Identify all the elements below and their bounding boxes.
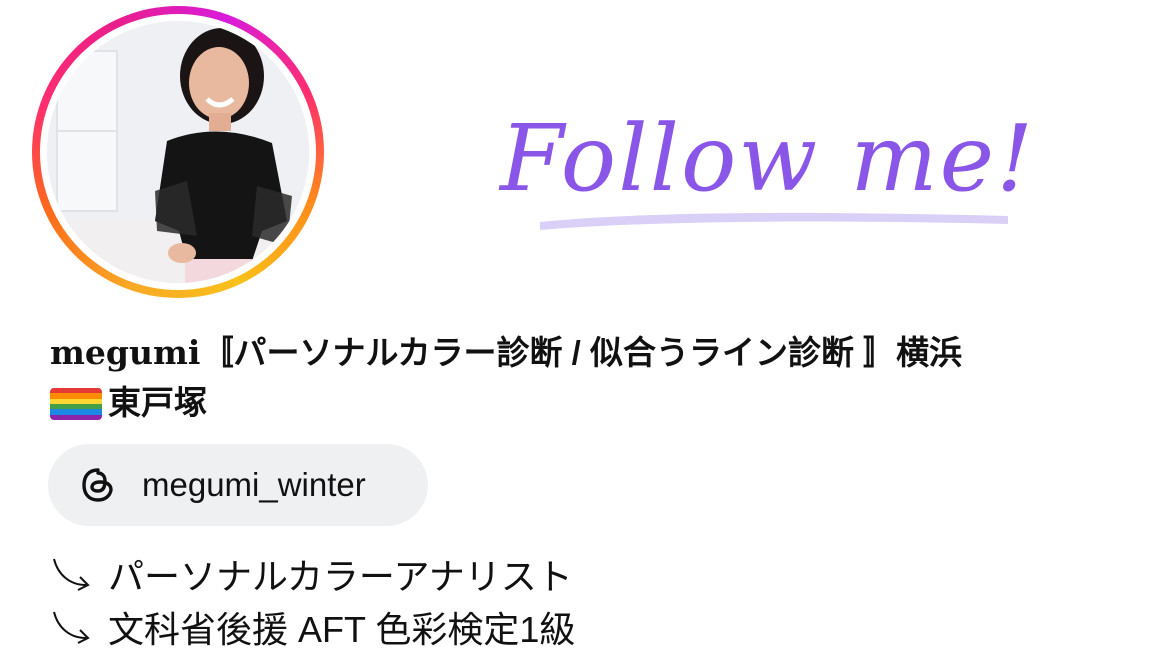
avatar[interactable] bbox=[47, 21, 309, 283]
display-name-jp: 〚パーソナルカラー診断 / 似合うライン診断 〛横浜 bbox=[200, 334, 963, 371]
bio-text: 文科省後援 AFT 色彩検定1級 bbox=[108, 609, 576, 650]
bio-line: 文科省後援 AFT 色彩検定1級 bbox=[50, 601, 575, 653]
follow-me-text: Follow me! bbox=[498, 105, 1035, 212]
story-ring[interactable] bbox=[32, 6, 324, 298]
curved-arrow-icon bbox=[53, 558, 90, 591]
display-name-location: 東戸塚 bbox=[108, 384, 207, 421]
follow-underline bbox=[540, 212, 1008, 230]
avatar-border bbox=[40, 14, 316, 290]
profile-display-name: megumi〚パーソナルカラー診断 / 似合うライン診断 〛横浜 bbox=[50, 330, 962, 376]
rainbow-flag-icon bbox=[50, 388, 102, 420]
follow-me-graphic: Follow me! bbox=[480, 90, 1050, 250]
threads-icon bbox=[82, 468, 113, 502]
profile-display-name-line2: 東戸塚 bbox=[50, 380, 207, 426]
bio-line: パーソナルカラーアナリスト bbox=[50, 548, 573, 600]
threads-link-button[interactable]: megumi_winter bbox=[48, 444, 428, 526]
bio-text: パーソナルカラーアナリスト bbox=[108, 556, 573, 597]
threads-handle: megumi_winter bbox=[142, 466, 366, 503]
display-name-latin: megumi bbox=[50, 333, 201, 372]
curved-arrow-icon bbox=[53, 611, 90, 644]
avatar-photo-illustration bbox=[47, 21, 309, 283]
